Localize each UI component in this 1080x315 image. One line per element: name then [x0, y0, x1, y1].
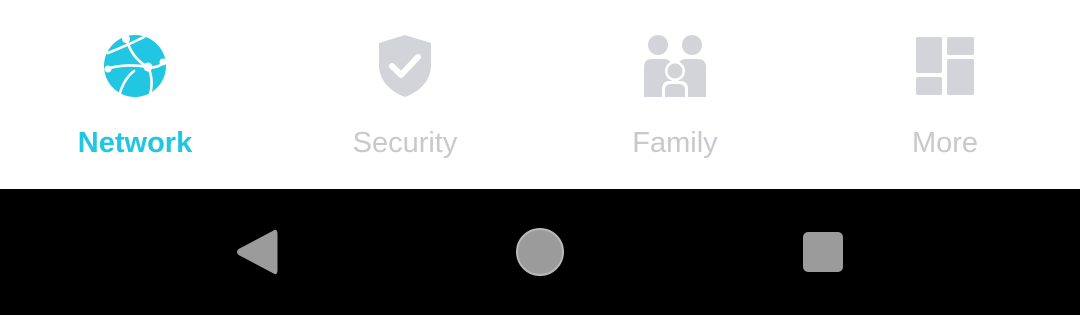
- tab-network[interactable]: Network: [0, 0, 270, 189]
- shield-check-icon: [270, 30, 540, 102]
- tab-family-label: Family: [632, 127, 718, 159]
- tab-network-label: Network: [77, 127, 193, 159]
- bottom-tab-bar: Network Security Family More: [0, 0, 1080, 189]
- globe-network-icon: [0, 30, 270, 102]
- back-icon: [237, 229, 278, 275]
- tab-more-label: More: [911, 127, 979, 159]
- tab-security[interactable]: Security: [270, 0, 540, 189]
- family-icon: [540, 30, 810, 102]
- home-button[interactable]: [490, 189, 590, 315]
- tab-family[interactable]: Family: [540, 0, 810, 189]
- tab-security-label: Security: [352, 127, 458, 159]
- grid-more-icon: [810, 30, 1080, 102]
- back-button[interactable]: [207, 189, 307, 315]
- home-icon: [516, 228, 564, 276]
- recents-button[interactable]: [773, 189, 873, 315]
- system-navigation-bar: [0, 189, 1080, 315]
- tab-more[interactable]: More: [810, 0, 1080, 189]
- recents-icon: [803, 232, 843, 272]
